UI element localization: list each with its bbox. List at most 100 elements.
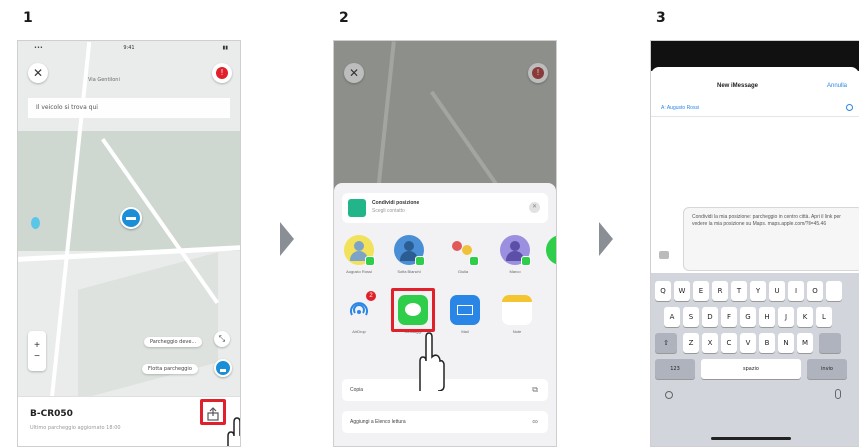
alert-button[interactable]: ! xyxy=(212,63,232,83)
alert-icon: ! xyxy=(532,67,544,79)
recenter-icon[interactable]: ⤡ xyxy=(214,331,230,347)
app-label: Note xyxy=(512,329,522,334)
phone-screen-messages: New iMessage Annulla A: Augusto Rossi Co… xyxy=(650,40,859,447)
add-contact-icon[interactable] xyxy=(846,104,853,111)
step-number-3: 3 xyxy=(656,10,666,26)
contact-avatar[interactable] xyxy=(448,235,479,266)
zoom-in-button[interactable]: + xyxy=(34,340,40,351)
contact-label: Augusto Rossi xyxy=(346,269,372,274)
vehicle-status: Ultimo parcheggio aggiornato 18:00 xyxy=(30,425,121,431)
share-sheet: Condividi posizione Scegli contatto ✕ Au… xyxy=(334,183,556,446)
close-button[interactable]: ✕ xyxy=(28,63,48,83)
key[interactable]: K xyxy=(797,307,813,327)
recipient-field[interactable]: A: Augusto Rossi xyxy=(651,99,859,117)
shift-key[interactable]: ⇧ xyxy=(655,333,677,353)
copy-icon: ⧉ xyxy=(532,385,538,394)
key[interactable]: Z xyxy=(683,333,699,353)
message-body[interactable]: Condividi la mia posizione: parcheggio i… xyxy=(683,207,859,271)
key[interactable]: Y xyxy=(750,281,766,301)
contact-avatar[interactable] xyxy=(394,235,425,266)
key[interactable]: E xyxy=(693,281,709,301)
key[interactable]: W xyxy=(674,281,690,301)
key[interactable]: O xyxy=(807,281,823,301)
contact-label: Marco xyxy=(509,269,521,274)
notes-app-icon[interactable] xyxy=(502,295,532,325)
zoom-out-button[interactable]: − xyxy=(34,351,40,362)
share-title: Condividi posizione xyxy=(372,200,420,206)
app-thumbnail-icon xyxy=(348,199,366,217)
microphone-icon[interactable] xyxy=(835,389,841,399)
space-key[interactable]: spazio xyxy=(701,359,801,379)
alert-button[interactable]: ! xyxy=(528,63,548,83)
vehicle-location-banner: Il veicolo si trova qui xyxy=(28,98,230,118)
key[interactable]: B xyxy=(759,333,775,353)
key[interactable]: U xyxy=(769,281,785,301)
tap-hand-icon xyxy=(227,417,240,446)
key[interactable]: D xyxy=(702,307,718,327)
map-area xyxy=(18,131,240,251)
fleet-chip[interactable]: Flotta parcheggio xyxy=(142,364,198,374)
zoom-control[interactable]: + − xyxy=(28,331,46,371)
user-location-icon xyxy=(31,217,40,229)
key[interactable] xyxy=(826,281,842,301)
step-arrow-icon xyxy=(280,222,294,256)
return-key[interactable]: invio xyxy=(807,359,847,379)
close-button[interactable]: ✕ xyxy=(344,63,364,83)
key[interactable]: C xyxy=(721,333,737,353)
contact-avatar[interactable] xyxy=(500,235,531,266)
key[interactable]: L xyxy=(816,307,832,327)
key[interactable]: N xyxy=(778,333,794,353)
numbers-key[interactable]: 123 xyxy=(655,359,695,379)
key[interactable]: V xyxy=(740,333,756,353)
messages-badge-icon xyxy=(469,256,479,266)
map-road xyxy=(376,41,396,191)
tap-hand-icon xyxy=(419,332,445,391)
contact-avatar[interactable] xyxy=(344,235,375,266)
key[interactable]: Q xyxy=(655,281,671,301)
copy-label: Copia xyxy=(350,387,364,393)
vehicle-pin-icon[interactable] xyxy=(120,207,142,229)
phone-screen-share: ✕ ! Condividi posizione Scegli contatto … xyxy=(333,40,557,447)
street-label: Via Gentiloni xyxy=(88,77,120,83)
key[interactable]: F xyxy=(721,307,737,327)
contact-avatar[interactable] xyxy=(546,235,556,265)
parking-chip[interactable]: Parcheggio deve... xyxy=(144,337,203,347)
cancel-button[interactable]: Annulla xyxy=(827,83,847,89)
key[interactable]: G xyxy=(740,307,756,327)
airdrop-badge: 2 xyxy=(366,291,376,301)
key[interactable]: I xyxy=(788,281,804,301)
messages-badge-icon xyxy=(521,256,531,266)
key[interactable]: T xyxy=(731,281,747,301)
airdrop-icon[interactable]: 2 xyxy=(344,291,376,325)
key[interactable]: M xyxy=(797,333,813,353)
status-bar: ••• 9:41 ▮▮ xyxy=(34,45,228,51)
share-subtitle: Scegli contatto xyxy=(372,208,405,214)
camera-icon[interactable] xyxy=(659,251,669,259)
contact-label: Sofia Bianchi xyxy=(397,269,421,274)
phone-screen-map: ••• 9:41 ▮▮ Via Gentiloni ✕ ! Il veicolo s… xyxy=(17,40,241,447)
key[interactable]: H xyxy=(759,307,775,327)
emoji-icon[interactable] xyxy=(665,391,673,399)
reading-list-action[interactable]: Aggiungi a Elenco lettura ∞ xyxy=(342,411,548,433)
key[interactable]: J xyxy=(778,307,794,327)
app-label: AirDrop xyxy=(352,329,366,334)
map-road xyxy=(429,90,503,192)
menu-fab-icon[interactable] xyxy=(214,359,232,377)
step-number-2: 2 xyxy=(339,10,349,26)
backspace-key[interactable] xyxy=(819,333,841,353)
contact-label: Giulia xyxy=(457,269,469,274)
close-sheet-button[interactable]: ✕ xyxy=(529,202,540,213)
app-label: Mail xyxy=(461,329,469,334)
home-indicator xyxy=(711,437,791,440)
messages-badge-icon xyxy=(415,256,425,266)
keyboard: Q W E R T Y U I O A S D F G H J K L ⇧ Z … xyxy=(651,273,859,446)
key[interactable]: X xyxy=(702,333,718,353)
mail-app-icon[interactable] xyxy=(450,295,480,325)
highlight-messages-app xyxy=(391,288,435,332)
key[interactable]: A xyxy=(664,307,680,327)
reading-list-label: Aggiungi a Elenco lettura xyxy=(350,419,406,425)
key[interactable]: S xyxy=(683,307,699,327)
glasses-icon: ∞ xyxy=(532,417,538,426)
key[interactable]: R xyxy=(712,281,728,301)
messages-badge-icon xyxy=(365,256,375,266)
